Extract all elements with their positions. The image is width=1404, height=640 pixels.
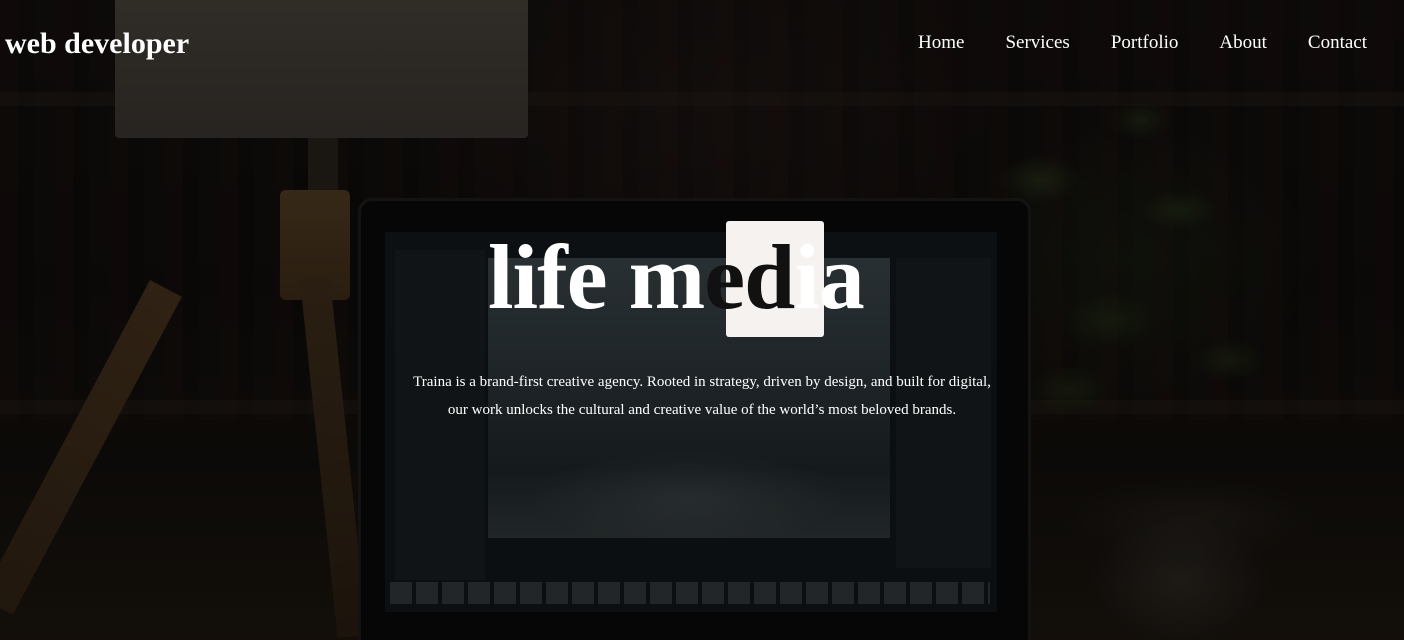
nav-link-about[interactable]: About: [1219, 30, 1267, 56]
hero-section: web developer Home Services Portfolio Ab…: [0, 0, 1404, 640]
logo-text-part1: life m: [488, 226, 705, 328]
background-jar: [1060, 470, 1300, 640]
brand-logo-link[interactable]: web developer: [5, 26, 189, 62]
nav-link-portfolio[interactable]: Portfolio: [1111, 30, 1179, 56]
background-lamp-leg: [300, 276, 368, 639]
nav-link-services[interactable]: Services: [1005, 30, 1069, 56]
nav-link-contact[interactable]: Contact: [1308, 30, 1367, 56]
background-shelf-board: [0, 92, 1404, 106]
background-filmstrip: [390, 582, 990, 604]
main-nav: Home Services Portfolio About Contact: [918, 30, 1367, 56]
tagline-line-1: Traina is a brand-first creative agency.…: [413, 374, 991, 390]
logo-text-part2: ia: [794, 226, 865, 328]
background-lamp-neck: [308, 138, 338, 198]
background-lamp-leg: [0, 280, 182, 615]
background-lamp-arm: [280, 190, 350, 300]
life-media-logo: life media: [488, 221, 908, 337]
hero-tagline: Traina is a brand-first creative agency.…: [352, 368, 1052, 424]
nav-link-home[interactable]: Home: [918, 30, 964, 56]
logo-wordmark: life media: [488, 226, 865, 328]
tagline-line-2: our work unlocks the cultural and creati…: [447, 402, 957, 418]
logo-text-highlight: ed: [704, 226, 795, 328]
site-header: web developer Home Services Portfolio Ab…: [0, 0, 1404, 88]
